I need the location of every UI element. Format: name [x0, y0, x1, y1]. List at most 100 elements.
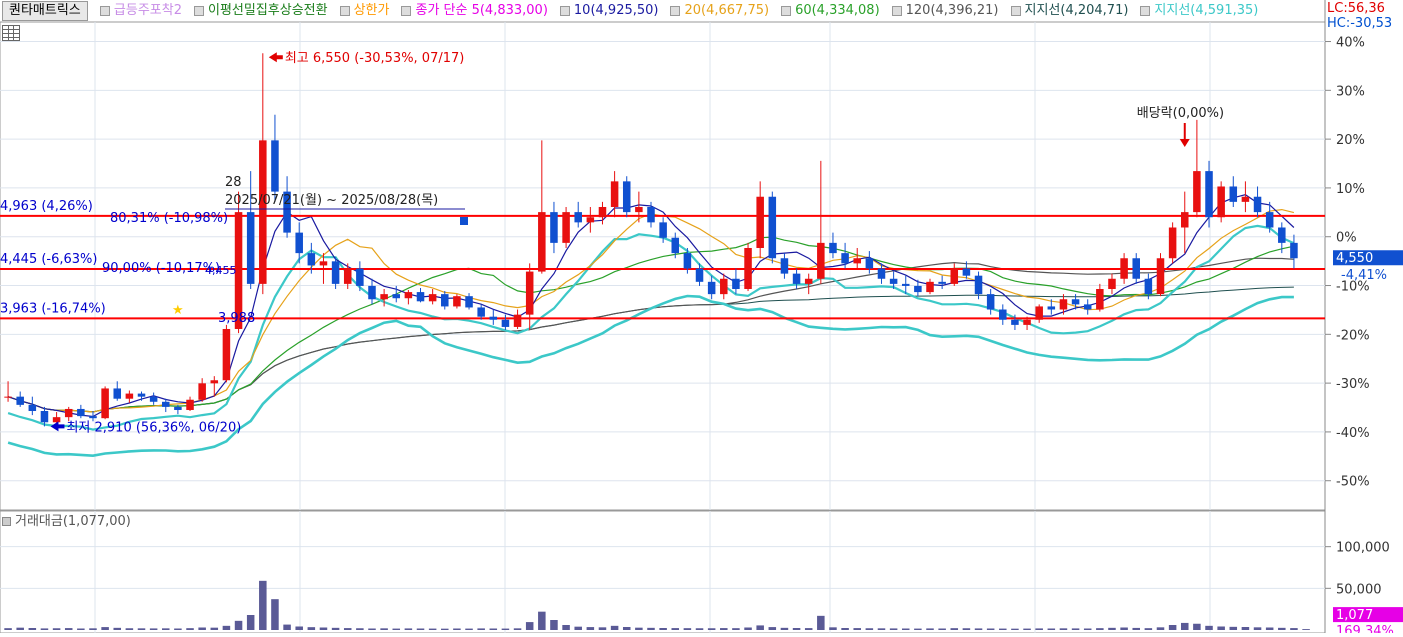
volume-bar — [477, 628, 485, 630]
candle-body — [1144, 278, 1153, 295]
candle-body — [598, 206, 607, 218]
legend-item-5[interactable]: 20(4,667,75) — [684, 3, 769, 18]
candle-body — [732, 278, 740, 290]
level-label-1: 4,445 (-6,63%) — [0, 252, 97, 267]
candle-body — [64, 408, 73, 418]
legend-chip-icon[interactable] — [559, 5, 570, 16]
volume-bar — [999, 628, 1007, 630]
volume-bar — [368, 628, 376, 630]
volume-bar — [271, 599, 279, 630]
volume-bar — [198, 627, 206, 630]
legend-chip-icon[interactable] — [1140, 5, 1151, 16]
candle-body — [926, 281, 934, 293]
y-tick-label: 10% — [1336, 182, 1365, 197]
candle-body — [331, 261, 340, 284]
volume-bar — [792, 628, 801, 630]
volume-bar — [501, 628, 510, 630]
candle-body — [574, 212, 582, 223]
candle-body — [453, 296, 461, 307]
volume-bar — [16, 627, 24, 630]
legend-item-6[interactable]: 60(4,334,08) — [795, 3, 880, 18]
legend-item-1[interactable]: 이평선밀집후상승전환 — [208, 3, 328, 18]
y-tick-label: -40% — [1336, 426, 1370, 441]
candle-body — [1265, 212, 1274, 228]
low-annotation: 최저 2,910 (56,36%, 06/20) — [66, 420, 241, 435]
volume-bar — [841, 628, 849, 630]
volume-bar — [756, 625, 764, 630]
volume-bar — [853, 628, 861, 630]
legend-chip-icon[interactable] — [891, 5, 902, 16]
candle-body — [477, 307, 485, 317]
candle-body — [1120, 258, 1128, 279]
volume-bar — [343, 628, 352, 630]
table-view-icon[interactable] — [2, 25, 20, 41]
legend-chip-icon[interactable] — [99, 5, 110, 16]
candle-body — [513, 314, 522, 327]
legend-item-0[interactable]: 급등주포착2 — [114, 3, 182, 18]
volume-bar — [1083, 628, 1092, 630]
legend-item-3[interactable]: 종가 단순 5(4,833,00) — [415, 3, 547, 18]
legend-items: 급등주포착2 이평선밀집후상승전환 상한가 종가 단순 5(4,833,00) 10(4… — [94, 3, 1264, 18]
stock-chart[interactable]: 40%30%20%10%0%-10%-20%-30%-40%-50%100,00… — [0, 0, 1403, 637]
volume-bar — [331, 627, 340, 630]
candle-body — [1156, 258, 1165, 295]
volume-bar — [222, 625, 231, 630]
volume-bar — [926, 628, 934, 630]
candle-body — [210, 380, 219, 384]
candle-body — [89, 416, 97, 419]
volume-bar — [1217, 626, 1225, 630]
stock-name-tab[interactable]: 퀀타매트릭스 — [2, 1, 88, 21]
volume-bar — [52, 628, 61, 630]
legend-chip-icon[interactable] — [781, 5, 792, 16]
candle-body — [768, 196, 777, 259]
legend-item-9[interactable]: 지지선(4,591,35) — [1154, 3, 1258, 18]
legend-chip-icon[interactable] — [193, 5, 204, 16]
candle-body — [162, 401, 170, 407]
volume-chip-icon[interactable] — [2, 517, 11, 526]
volume-bar — [562, 625, 570, 630]
volume-bar — [1059, 628, 1068, 630]
candle-body — [865, 258, 874, 269]
star-icon: ★ — [172, 303, 184, 318]
candle-body — [914, 285, 922, 293]
legend-item-8[interactable]: 지지선(4,204,71) — [1025, 3, 1129, 18]
legend-chip-icon[interactable] — [339, 5, 350, 16]
candle-body — [186, 399, 194, 410]
volume-bar — [768, 627, 777, 630]
volume-bar — [4, 628, 12, 630]
legend-chip-icon[interactable] — [401, 5, 412, 16]
volume-bar — [125, 628, 134, 630]
volume-bar — [804, 628, 813, 630]
candle-body — [720, 278, 728, 295]
legend-chip-icon[interactable] — [670, 5, 681, 16]
candle-body — [441, 294, 449, 307]
high-annotation: 최고 6,550 (-30,53%, 07/17) — [285, 51, 465, 66]
legend-item-7[interactable]: 120(4,396,21) — [906, 3, 999, 18]
candle-body — [4, 396, 12, 398]
candle-body — [259, 140, 267, 284]
candle-body — [1047, 306, 1056, 310]
y-tick-label: 30% — [1336, 84, 1365, 99]
candle-body — [1083, 304, 1092, 310]
volume-bar — [1108, 627, 1116, 630]
volume-bar — [1253, 627, 1262, 630]
legend-item-4[interactable]: 10(4,925,50) — [574, 3, 659, 18]
volume-bar — [380, 628, 388, 630]
candle-body — [707, 281, 716, 295]
candle-body — [1205, 171, 1213, 218]
legend-chip-icon[interactable] — [1010, 5, 1021, 16]
volume-bar — [234, 620, 243, 630]
volume-bar — [465, 628, 473, 630]
candle-body — [999, 309, 1007, 320]
y-tick-label: -20% — [1336, 328, 1370, 343]
candle-body — [841, 253, 849, 264]
volume-bar — [40, 628, 49, 630]
candle-body — [938, 281, 946, 284]
star-price-label: 3,988 — [218, 311, 255, 326]
candle-body — [1229, 186, 1238, 202]
y-tick-label: 40% — [1336, 36, 1365, 51]
volume-bar — [246, 615, 255, 630]
volume-bar — [938, 628, 946, 630]
legend-item-2[interactable]: 상한가 — [354, 3, 390, 18]
volume-bar — [877, 628, 886, 630]
